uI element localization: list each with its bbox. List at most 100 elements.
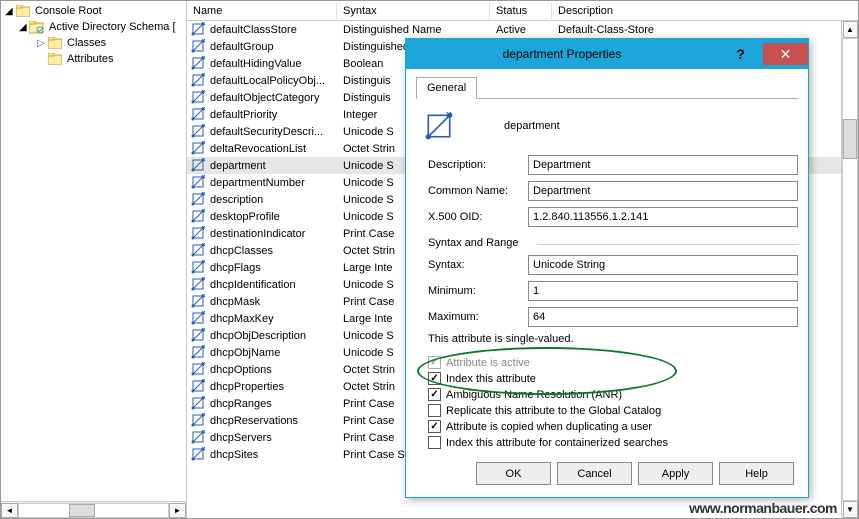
cn-input	[528, 181, 798, 201]
column-status[interactable]: Status	[490, 3, 552, 19]
apply-button[interactable]: Apply	[638, 462, 713, 485]
vertical-scrollbar[interactable]: ▲ ▼	[841, 21, 858, 518]
attribute-icon	[191, 226, 207, 242]
attribute-icon	[191, 311, 207, 327]
check-anr[interactable]	[428, 388, 441, 401]
row-name-text: deltaRevocationList	[210, 143, 306, 155]
scroll-track[interactable]	[842, 38, 858, 501]
scroll-left-icon[interactable]: ◄	[1, 503, 18, 518]
scroll-down-icon[interactable]: ▼	[843, 501, 858, 518]
scroll-right-icon[interactable]: ►	[169, 503, 186, 518]
row-desc: Default-Class-Store	[552, 24, 858, 36]
tree-label: Attributes	[67, 53, 113, 65]
row-name-text: dhcpProperties	[210, 381, 284, 393]
cancel-button[interactable]: Cancel	[557, 462, 632, 485]
syntax-label: Syntax:	[428, 259, 528, 271]
tree-schema[interactable]: ◢ Active Directory Schema [	[1, 19, 186, 35]
row-syntax: Distinguished Name	[337, 24, 490, 36]
check-container[interactable]	[428, 436, 441, 449]
attribute-icon	[191, 362, 207, 378]
check-active-label: Attribute is active	[446, 357, 530, 369]
row-name-text: department	[210, 160, 266, 172]
row-name-text: dhcpSites	[210, 449, 258, 461]
attribute-icon	[191, 260, 207, 276]
attribute-icon	[191, 345, 207, 361]
watermark: www.normanbauer.com	[689, 500, 837, 516]
tree-label: Active Directory Schema [	[49, 21, 176, 33]
attribute-icon	[191, 379, 207, 395]
close-button[interactable]: ✕	[763, 43, 808, 65]
list-row[interactable]: defaultClassStoreDistinguished NameActiv…	[187, 21, 858, 38]
check-replicate-label: Replicate this attribute to the Global C…	[446, 405, 661, 417]
row-name-text: dhcpMask	[210, 296, 260, 308]
ok-button[interactable]: OK	[476, 462, 551, 485]
min-input	[528, 281, 798, 301]
attribute-icon	[191, 192, 207, 208]
scroll-up-icon[interactable]: ▲	[843, 21, 858, 38]
tree-label: Console Root	[35, 5, 102, 17]
check-copied-label: Attribute is copied when duplicating a u…	[446, 421, 652, 433]
dialog-title: department Properties	[406, 47, 718, 61]
expand-icon[interactable]: ▷	[37, 38, 47, 49]
scroll-thumb[interactable]	[843, 119, 857, 159]
titlebar[interactable]: department Properties ? ✕	[406, 39, 808, 69]
check-index[interactable]	[428, 372, 441, 385]
help-button[interactable]: Help	[719, 462, 794, 485]
tree-classes[interactable]: ▷ Classes	[1, 35, 186, 51]
check-copied[interactable]	[428, 420, 441, 433]
column-name[interactable]: Name	[187, 3, 337, 19]
oid-input	[528, 207, 798, 227]
attribute-icon	[191, 22, 207, 38]
column-desc[interactable]: Description	[552, 3, 858, 19]
row-name-text: defaultLocalPolicyObj...	[210, 75, 325, 87]
row-name-text: dhcpOptions	[210, 364, 272, 376]
scroll-track[interactable]	[18, 503, 169, 518]
row-name-text: desktopProfile	[210, 211, 280, 223]
attribute-icon	[191, 209, 207, 225]
attribute-icon	[191, 141, 207, 157]
row-name-text: dhcpRanges	[210, 398, 272, 410]
attribute-icon	[191, 39, 207, 55]
check-container-label: Index this attribute for containerized s…	[446, 437, 668, 449]
attribute-icon	[191, 90, 207, 106]
schema-icon	[29, 20, 45, 34]
attribute-icon	[191, 430, 207, 446]
attribute-large-icon	[424, 111, 454, 141]
folder-icon	[47, 36, 63, 50]
header-label: department	[504, 120, 560, 132]
tab-strip: General	[416, 77, 798, 99]
oid-label: X.500 OID:	[428, 211, 528, 223]
check-active	[428, 356, 441, 369]
folder-icon	[15, 4, 31, 18]
attribute-icon	[191, 107, 207, 123]
check-replicate[interactable]	[428, 404, 441, 417]
tree-attributes[interactable]: Attributes	[1, 51, 186, 67]
tree-console-root[interactable]: ◢ Console Root	[1, 3, 186, 19]
attribute-icon	[191, 158, 207, 174]
expand-icon[interactable]: ◢	[19, 22, 29, 33]
row-name-text: dhcpObjDescription	[210, 330, 306, 342]
attribute-icon	[191, 413, 207, 429]
check-index-label: Index this attribute	[446, 373, 536, 385]
cn-label: Common Name:	[428, 185, 528, 197]
folder-icon	[47, 52, 63, 66]
scroll-thumb[interactable]	[69, 504, 95, 517]
expand-icon[interactable]: ◢	[5, 6, 15, 17]
row-name-text: defaultHidingValue	[210, 58, 302, 70]
row-name-text: defaultObjectCategory	[210, 92, 319, 104]
horizontal-scrollbar[interactable]: ◄ ►	[1, 501, 186, 518]
attribute-icon	[191, 328, 207, 344]
syntax-input	[528, 255, 798, 275]
attribute-icon	[191, 396, 207, 412]
row-name-text: defaultGroup	[210, 41, 274, 53]
attribute-icon	[191, 243, 207, 259]
attribute-icon	[191, 124, 207, 140]
tab-general[interactable]: General	[416, 77, 477, 99]
row-name-text: departmentNumber	[210, 177, 305, 189]
group-syntax-range: Syntax and Range	[428, 237, 798, 249]
attribute-icon	[191, 175, 207, 191]
desc-input[interactable]	[528, 155, 798, 175]
row-name-text: destinationIndicator	[210, 228, 305, 240]
column-syntax[interactable]: Syntax	[337, 3, 490, 19]
help-button[interactable]: ?	[718, 43, 763, 65]
